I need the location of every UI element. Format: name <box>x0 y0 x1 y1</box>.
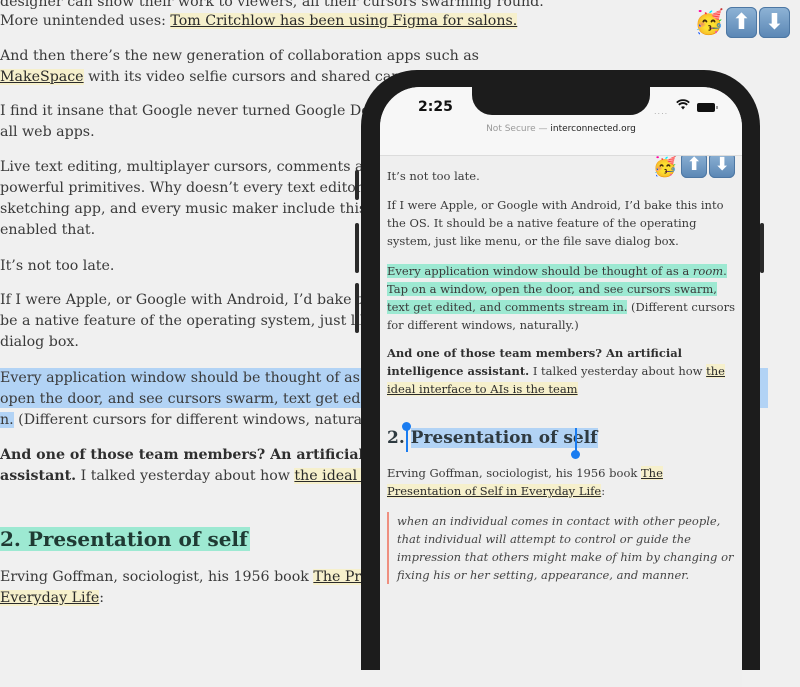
power-button <box>760 223 764 273</box>
text-selection[interactable]: Presentation of self <box>410 428 598 448</box>
article-paragraph: Erving Goffman, sociologist, his 1956 bo… <box>387 466 663 498</box>
partying-face-icon[interactable]: 🥳 <box>694 7 724 37</box>
article-text: And one of those team members? An artifi… <box>0 447 406 463</box>
article-text: all web apps. <box>0 124 95 140</box>
selection-end-handle[interactable] <box>571 450 580 459</box>
url-bar[interactable]: Not Secure — interconnected.org <box>380 124 742 134</box>
section-heading: 2. Presentation of self <box>0 527 250 551</box>
article-paragraph: Every application window should be thoug… <box>387 264 735 332</box>
phone-frame: could have enabled that. 🥳 ⬆ ⬇ It’s not … <box>355 70 764 687</box>
volume-up-button <box>355 223 359 273</box>
article-text: dialog box. <box>0 334 79 350</box>
cellular-signal-icon: .... <box>654 107 669 116</box>
article-text: It’s not too late. <box>387 169 480 183</box>
article-text: with its video selfie cursors and shared… <box>83 69 429 85</box>
status-and-url-bar: 2:25 .... Not Secure — interconnected.or… <box>380 87 742 156</box>
article-paragraph: MakeSpace with its video selfie cursors … <box>0 67 429 88</box>
link-makespace[interactable]: MakeSpace <box>0 69 84 85</box>
article-paragraph: n. (Different cursors for different wind… <box>0 412 388 428</box>
article-text: enabled that. <box>0 222 96 238</box>
selection-highlight: n. <box>0 412 14 428</box>
scroll-down-button[interactable]: ⬇ <box>759 7 790 38</box>
selection-end-caret <box>575 428 577 452</box>
url-domain: interconnected.org <box>550 124 636 134</box>
notch <box>472 87 650 115</box>
article-text: It’s not too late. <box>0 258 115 274</box>
article-text: If I were Apple, or Google with Android,… <box>0 292 416 308</box>
selection-start-caret <box>406 428 408 452</box>
security-label: Not Secure — <box>486 124 551 134</box>
article-text: If I were Apple, or Google with Android,… <box>387 198 724 248</box>
article-text: More unintended uses: <box>0 13 171 29</box>
article-paragraph: More unintended uses: Tom Critchlow has … <box>0 11 518 32</box>
reaction-bar: 🥳 ⬆ ⬇ <box>694 7 790 38</box>
wifi-icon <box>676 99 690 114</box>
scroll-up-button[interactable]: ⬆ <box>726 7 757 38</box>
article-paragraph: And one of those team members? An artifi… <box>387 346 725 396</box>
article-text: And then there’s the new generation of c… <box>0 48 479 64</box>
volume-down-button <box>355 283 359 333</box>
article-paragraph: Everyday Life: <box>0 590 105 606</box>
blockquote: when an individual comes in contact with… <box>387 512 737 584</box>
battery-icon <box>697 103 718 112</box>
section-heading: 2. Presentation of self <box>387 428 598 448</box>
link-figma-salons[interactable]: Tom Critchlow has been using Figma for s… <box>170 13 518 29</box>
status-time: 2:25 <box>418 99 453 115</box>
mute-switch <box>355 170 359 200</box>
link-presentation-of-self[interactable]: Everyday Life <box>0 590 100 606</box>
phone-screen: could have enabled that. 🥳 ⬆ ⬇ It’s not … <box>380 87 742 687</box>
